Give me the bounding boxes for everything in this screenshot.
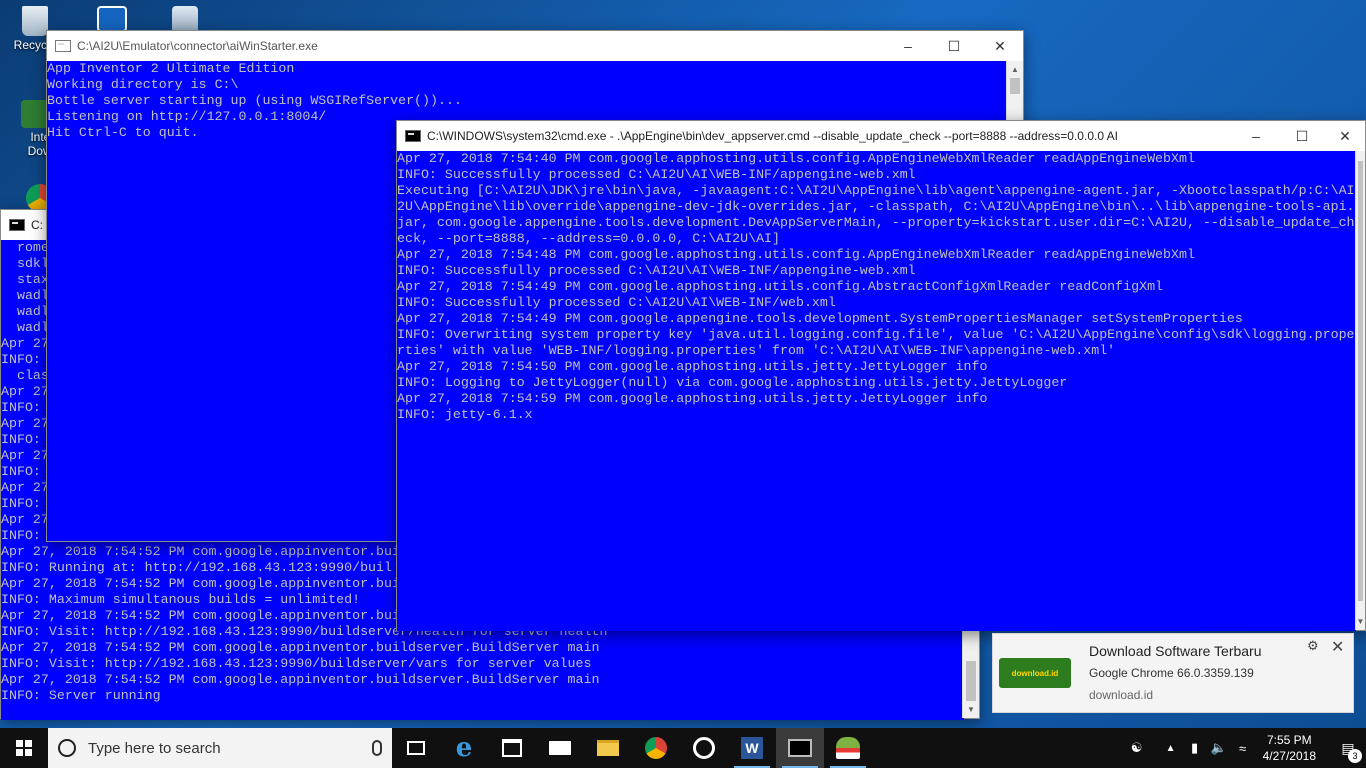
appserver-console-line: Apr 27, 2018 7:54:48 PM com.google.appho…	[397, 247, 1195, 262]
media-player-icon	[693, 737, 715, 759]
edge-taskbar-button[interactable]: e	[440, 728, 488, 768]
close-button[interactable]: ✕	[1325, 121, 1365, 151]
command-prompt-icon	[788, 739, 812, 757]
notification-toast[interactable]: download.id Download Software Terbaru Go…	[992, 633, 1354, 713]
download-id-logo: download.id	[999, 658, 1071, 688]
word-taskbar-button[interactable]: W	[728, 728, 776, 768]
minimize-button[interactable]: –	[885, 31, 931, 61]
maximize-button[interactable]: ☐	[1279, 121, 1325, 151]
close-icon[interactable]: ✕	[1331, 637, 1344, 657]
buildserver-console-line: INFO: Visit: http://192.168.43.123:9990/…	[1, 656, 592, 671]
buildserver-console-line: INFO: Server running	[1, 688, 161, 703]
scroll-down-arrow-icon[interactable]: ▼	[1356, 613, 1365, 630]
gear-icon[interactable]: ⚙	[1307, 638, 1319, 654]
cmd-taskbar-button[interactable]	[776, 728, 824, 768]
scroll-up-arrow-icon[interactable]: ▲	[1007, 61, 1023, 78]
notification-source: download.id	[1089, 688, 1154, 702]
buildserver-console-line: Apr 27, 2018 7:54:52 PM com.google.appin…	[1, 640, 600, 655]
appserver-console-line: INFO: Successfully processed C:\AI2U\AI\…	[397, 167, 916, 182]
appserver-console-line: Apr 27, 2018 7:54:50 PM com.google.appho…	[397, 359, 988, 374]
system-tray: ☯ ▲ ▮ 🔈 ≈ 7:55 PM 4/27/2018 ▤ 3	[1125, 728, 1366, 768]
volume-icon[interactable]: 🔈	[1207, 740, 1231, 756]
aistarter-console-line: App Inventor 2 Ultimate Edition	[47, 61, 295, 76]
store-icon	[502, 739, 522, 757]
appserver-console-line: INFO: jetty-6.1.x	[397, 407, 533, 422]
appserver-console-line: INFO: Overwriting system property key 'j…	[397, 327, 1355, 342]
wifi-icon[interactable]: ≈	[1231, 741, 1255, 756]
appserver-console-line: INFO: Logging to JettyLogger(null) via c…	[397, 375, 1068, 390]
taskbar: Type here to search e W ☯ ▲ ▮ 🔈 ≈ 7:55 P…	[0, 728, 1366, 768]
mail-taskbar-button[interactable]	[536, 728, 584, 768]
appserver-console-line: INFO: Successfully processed C:\AI2U\AI\…	[397, 295, 836, 310]
appserver-console-line: Apr 27, 2018 7:54:49 PM com.google.appho…	[397, 279, 1164, 294]
task-view-button[interactable]	[392, 728, 440, 768]
minimize-button[interactable]: –	[1233, 121, 1279, 151]
appserver-console-line: Apr 27, 2018 7:54:59 PM com.google.appho…	[397, 391, 988, 406]
mail-icon	[549, 741, 571, 755]
clock[interactable]: 7:55 PM 4/27/2018	[1263, 732, 1316, 764]
chevron-up-icon[interactable]: ▲	[1159, 743, 1183, 754]
appserver-titlebar[interactable]: C:\WINDOWS\system32\cmd.exe - .\AppEngin…	[397, 121, 1365, 151]
folder-icon	[597, 740, 619, 756]
recycle-bin-icon	[22, 6, 48, 36]
buildserver-scroll-thumb[interactable]	[966, 661, 976, 701]
clock-date: 4/27/2018	[1262, 749, 1316, 763]
people-icon[interactable]: ☯	[1125, 740, 1149, 756]
search-box[interactable]: Type here to search	[48, 728, 392, 768]
appserver-window[interactable]: C:\WINDOWS\system32\cmd.exe - .\AppEngin…	[396, 120, 1366, 631]
chrome-icon	[645, 737, 667, 759]
clock-time: 7:55 PM	[1266, 733, 1312, 747]
microphone-icon[interactable]	[372, 740, 382, 756]
task-view-icon	[407, 741, 425, 755]
word-icon: W	[741, 737, 763, 759]
appserver-title: C:\WINDOWS\system32\cmd.exe - .\AppEngin…	[427, 129, 1119, 143]
appserver-console-line: eck, --port=8888, --address=0.0.0.0, C:\…	[397, 231, 781, 246]
ai-starter-taskbar-button[interactable]	[824, 728, 872, 768]
appserver-scrollbar[interactable]: ▼	[1355, 151, 1365, 630]
shield-icon	[97, 6, 127, 32]
appserver-console-output[interactable]: Apr 27, 2018 7:54:40 PM com.google.appho…	[397, 151, 1356, 631]
store-taskbar-button[interactable]	[488, 728, 536, 768]
media-taskbar-button[interactable]	[680, 728, 728, 768]
cortana-icon	[58, 739, 76, 757]
aistarter-titlebar[interactable]: C:\AI2U\Emulator\connector\aiWinStarter.…	[47, 31, 1023, 61]
edge-icon: e	[455, 733, 473, 763]
aistarter-console-line: Bottle server starting up (using WSGIRef…	[47, 93, 462, 108]
appserver-scroll-thumb[interactable]	[1358, 161, 1363, 601]
aistarter-scroll-thumb[interactable]	[1010, 78, 1020, 94]
appserver-console-line: Executing [C:\AI2U\JDK\jre\bin\java, -ja…	[397, 183, 1355, 198]
console-icon	[405, 130, 421, 142]
chrome-taskbar-button[interactable]	[632, 728, 680, 768]
notification-title: Download Software Terbaru	[1089, 643, 1262, 659]
close-button[interactable]: ✕	[977, 31, 1023, 61]
maximize-button[interactable]: ☐	[931, 31, 977, 61]
console-icon	[55, 40, 71, 52]
appserver-console-line: 2U\AppEngine\lib\override\appengine-dev-…	[397, 199, 1355, 214]
android-icon	[836, 737, 860, 759]
aistarter-console-line: Working directory is C:\	[47, 77, 239, 92]
console-icon	[9, 219, 25, 231]
appserver-console-line: INFO: Successfully processed C:\AI2U\AI\…	[397, 263, 916, 278]
scroll-down-arrow-icon[interactable]: ▼	[963, 701, 979, 718]
appserver-console-line: Apr 27, 2018 7:54:40 PM com.google.appho…	[397, 151, 1195, 166]
file-explorer-taskbar-button[interactable]	[584, 728, 632, 768]
notification-count-badge: 3	[1348, 748, 1362, 763]
action-center-button[interactable]: ▤ 3	[1330, 740, 1366, 763]
buildserver-console-line: Apr 27, 2018 7:54:52 PM com.google.appin…	[1, 672, 600, 687]
appserver-console-line: Apr 27, 2018 7:54:49 PM com.google.appen…	[397, 311, 1243, 326]
start-button[interactable]	[0, 728, 48, 768]
notification-subtitle: Google Chrome 66.0.3359.139	[1089, 666, 1254, 680]
battery-icon[interactable]: ▮	[1183, 740, 1207, 756]
download-manager-icon	[21, 100, 49, 128]
search-placeholder: Type here to search	[88, 739, 221, 757]
aistarter-title: C:\AI2U\Emulator\connector\aiWinStarter.…	[77, 39, 318, 53]
windows-logo-icon	[16, 740, 32, 756]
appserver-console-line: jar, com.google.appengine.tools.developm…	[397, 215, 1355, 230]
appserver-console-line: rties' with value 'WEB-INF/logging.prope…	[397, 343, 1116, 358]
